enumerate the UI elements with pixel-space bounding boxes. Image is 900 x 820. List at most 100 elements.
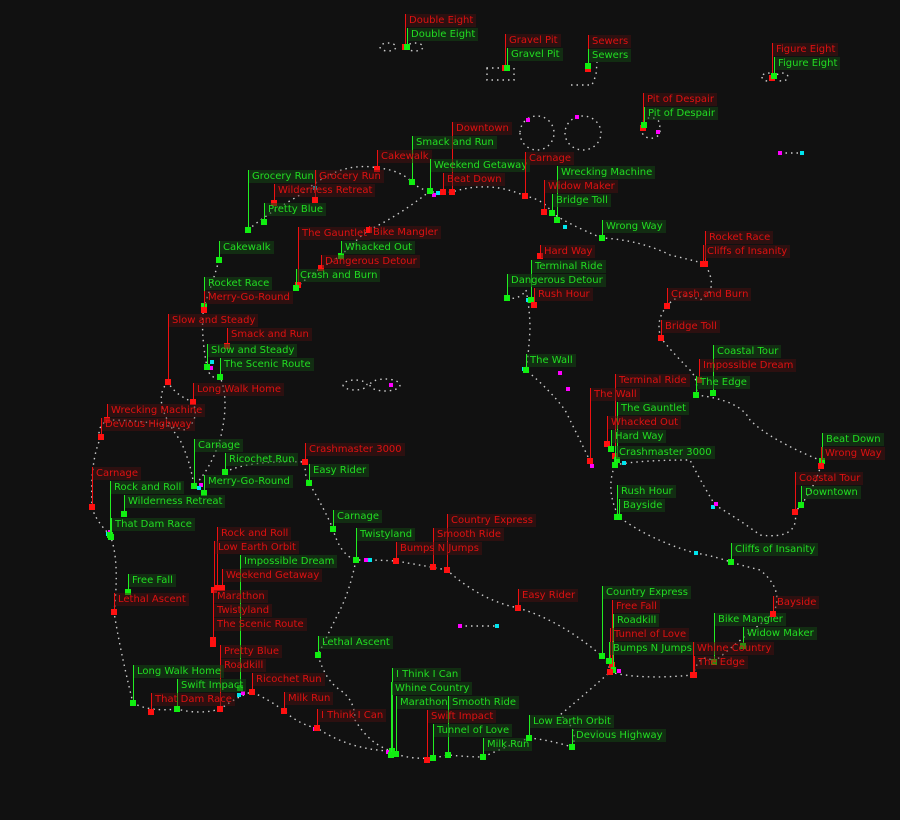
track-marker-red[interactable] [770, 611, 776, 617]
track-marker-green[interactable] [480, 754, 486, 760]
track-map: Double Eight Double Eight Gravel Pit Gravel… [0, 0, 900, 820]
track-marker-red[interactable] [111, 609, 117, 615]
track-label-red: Wrecking Machine [108, 404, 206, 417]
track-label-green: Marathon [397, 696, 451, 709]
track-marker-red[interactable] [691, 672, 697, 678]
track-marker-green[interactable] [554, 217, 560, 223]
track-marker-green[interactable] [504, 295, 510, 301]
track-marker-red[interactable] [393, 558, 399, 564]
track-label-red: Rocket Race [706, 231, 774, 244]
track-marker-green[interactable] [393, 751, 399, 757]
track-marker-green[interactable] [599, 653, 605, 659]
track-marker-green[interactable] [330, 526, 336, 532]
track-marker-green[interactable] [191, 483, 197, 489]
track-marker-green[interactable] [599, 235, 605, 241]
track-marker-red[interactable] [515, 605, 521, 611]
track-marker-red[interactable] [217, 706, 223, 712]
track-label-green: Grocery Run [249, 170, 317, 183]
track-marker-red[interactable] [587, 458, 593, 464]
track-marker-red[interactable] [148, 709, 154, 715]
track-label-red: Dangerous Detour [322, 255, 420, 268]
track-marker-red[interactable] [818, 463, 824, 469]
track-marker-red[interactable] [89, 504, 95, 510]
track-marker-green[interactable] [430, 755, 436, 761]
track-marker-red[interactable] [98, 434, 104, 440]
track-marker-green[interactable] [427, 188, 433, 194]
track-marker-red[interactable] [449, 189, 455, 195]
track-marker-red[interactable] [165, 379, 171, 385]
track-marker-red[interactable] [792, 509, 798, 515]
track-marker-red[interactable] [607, 669, 613, 675]
track-marker-green[interactable] [315, 652, 321, 658]
track-marker-green[interactable] [261, 219, 267, 225]
track-marker-green[interactable] [585, 63, 591, 69]
track-marker-green[interactable] [445, 752, 451, 758]
track-label-red: Bridge Toll [662, 320, 720, 333]
track-label-green: That Dam Race [112, 518, 195, 531]
track-label-green: Tunnel of Love [434, 724, 513, 737]
track-label-green: I Think I Can [393, 668, 462, 681]
track-label-green: Devious Highway [573, 729, 666, 742]
track-marker-green[interactable] [612, 462, 618, 468]
track-label-green: The Gauntlet [618, 402, 690, 415]
track-marker-red[interactable] [281, 708, 287, 714]
track-marker-green[interactable] [771, 73, 777, 79]
track-marker-red[interactable] [302, 459, 308, 465]
track-marker-red[interactable] [531, 302, 537, 308]
track-marker-green[interactable] [728, 559, 734, 565]
start-marker [458, 624, 462, 628]
track-marker-green[interactable] [306, 480, 312, 486]
track-label-red: Marathon [214, 590, 268, 603]
track-marker-green[interactable] [409, 179, 415, 185]
track-marker-green[interactable] [608, 446, 614, 452]
track-marker-red[interactable] [522, 193, 528, 199]
track-marker-green[interactable] [504, 65, 510, 71]
track-marker-green[interactable] [404, 44, 410, 50]
track-label-green: Roadkill [614, 614, 660, 627]
track-marker-green[interactable] [130, 700, 136, 706]
start-marker [656, 130, 660, 134]
track-marker-red[interactable] [201, 307, 207, 313]
track-label-red: Wilderness Retreat [275, 184, 376, 197]
track-label-red: The Scenic Route [214, 618, 307, 631]
start-marker [389, 383, 393, 387]
track-marker-green[interactable] [526, 735, 532, 741]
track-marker-green[interactable] [121, 511, 127, 517]
track-marker-green[interactable] [616, 514, 622, 520]
track-marker-red[interactable] [249, 689, 255, 695]
track-label-green: Slow and Steady [208, 344, 298, 357]
track-marker-green[interactable] [217, 374, 223, 380]
start-marker [714, 502, 718, 506]
track-marker-red[interactable] [210, 641, 216, 647]
track-marker-red[interactable] [700, 261, 706, 267]
track-label-red: Country Express [448, 514, 536, 527]
track-marker-green[interactable] [798, 502, 804, 508]
track-marker-green[interactable] [108, 534, 114, 540]
track-label-green: Free Fall [129, 574, 176, 587]
track-marker-green[interactable] [174, 706, 180, 712]
track-marker-red[interactable] [541, 209, 547, 215]
end-marker [495, 624, 499, 628]
track-marker-green[interactable] [204, 364, 210, 370]
track-marker-green[interactable] [606, 658, 612, 664]
track-marker-green[interactable] [641, 122, 647, 128]
track-marker-green[interactable] [245, 227, 251, 233]
track-marker-green[interactable] [549, 210, 555, 216]
track-outline-loops [519, 115, 602, 151]
track-label-green: Cakewalk [220, 241, 274, 254]
track-marker-green[interactable] [569, 744, 575, 750]
track-marker-red[interactable] [444, 567, 450, 573]
track-marker-red[interactable] [658, 335, 664, 341]
track-marker-red[interactable] [664, 303, 670, 309]
track-label-red: Gravel Pit [506, 34, 561, 47]
track-marker-green[interactable] [216, 257, 222, 263]
track-marker-red[interactable] [440, 189, 446, 195]
track-marker-green[interactable] [353, 557, 359, 563]
track-marker-green[interactable] [293, 285, 299, 291]
track-marker-green[interactable] [693, 392, 699, 398]
track-marker-red[interactable] [314, 725, 320, 731]
track-marker-green[interactable] [523, 367, 529, 373]
track-marker-green[interactable] [710, 390, 716, 396]
track-label-red: The Gauntlet [299, 227, 371, 240]
track-marker-red[interactable] [430, 564, 436, 570]
